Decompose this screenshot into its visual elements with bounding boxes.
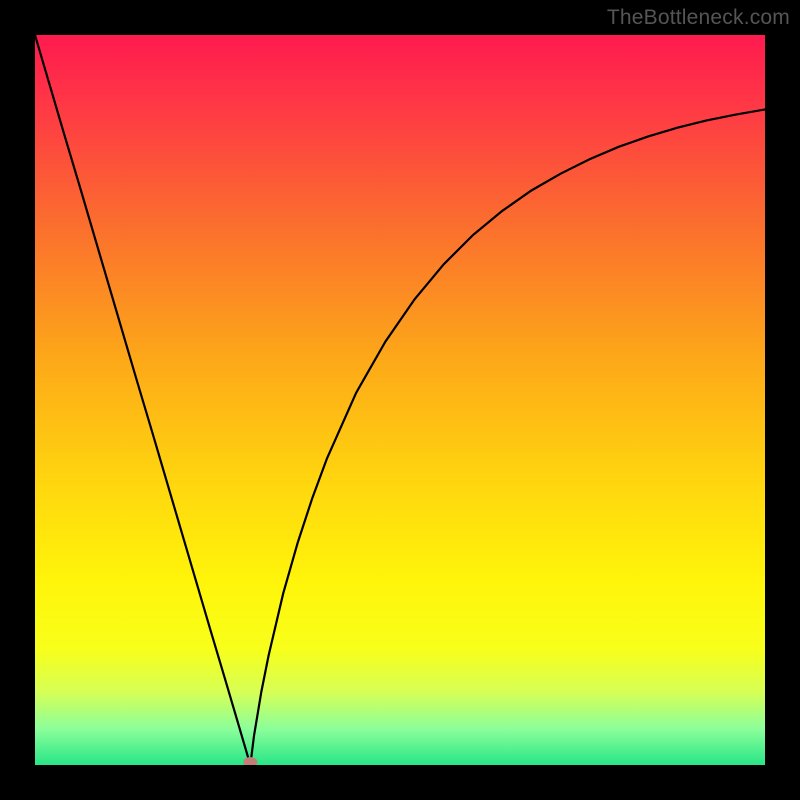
- bottleneck-curve-left: [35, 35, 250, 765]
- watermark-text: TheBottleneck.com: [607, 6, 790, 30]
- chart-frame: TheBottleneck.com: [0, 0, 800, 800]
- min-point-marker: [243, 757, 257, 765]
- plot-area: [35, 35, 765, 765]
- bottleneck-curve-right: [250, 109, 765, 765]
- curve-layer: [35, 35, 765, 765]
